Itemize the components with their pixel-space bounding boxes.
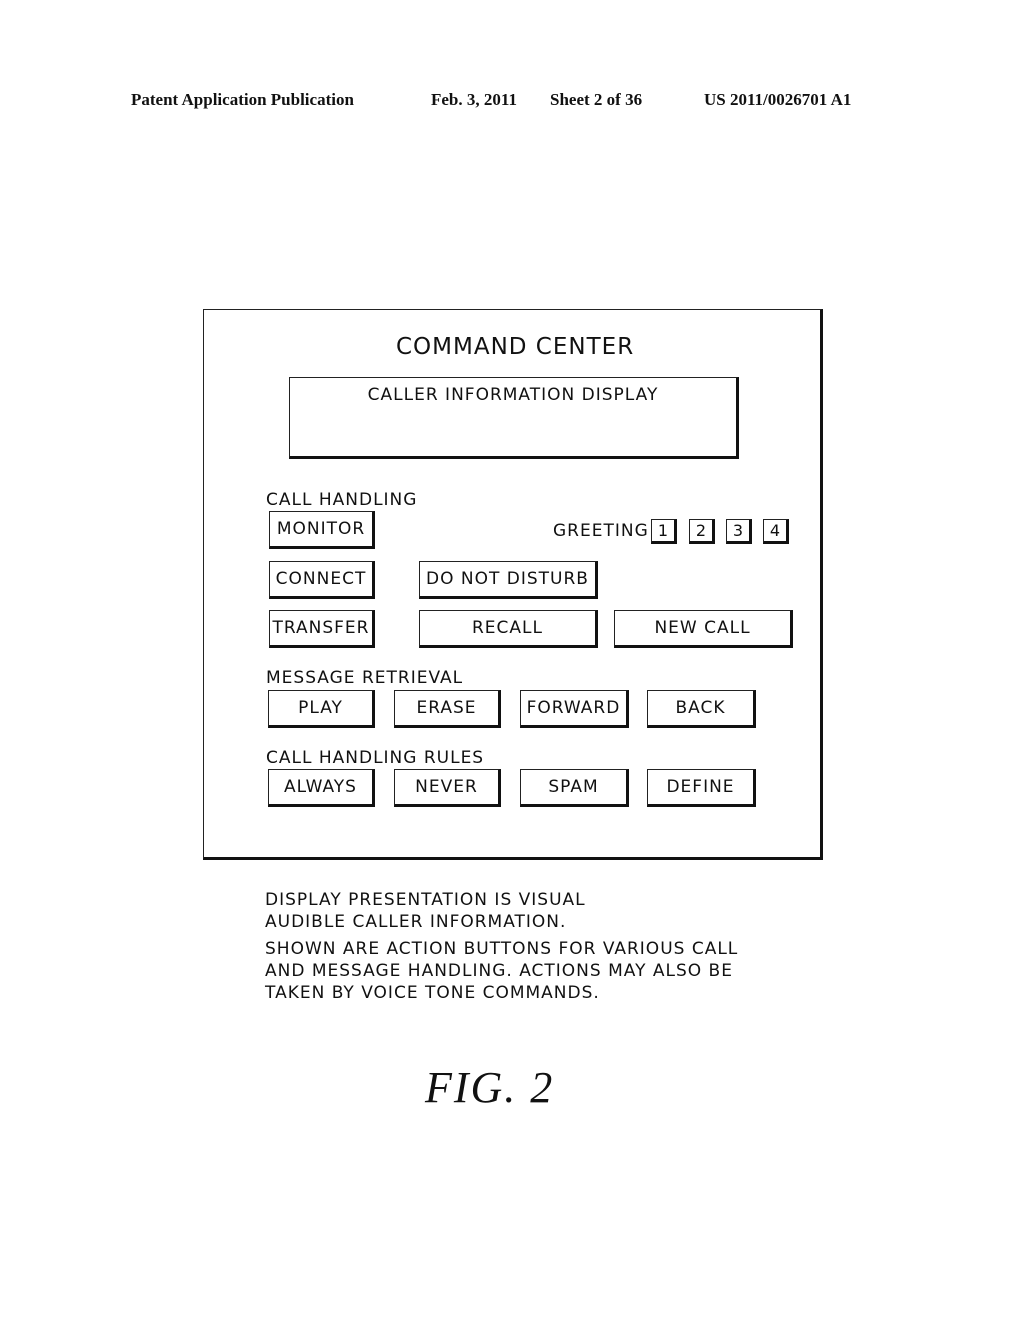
greeting-3-button[interactable]: 3 <box>726 519 752 544</box>
sheet-number: Sheet 2 of 36 <box>550 90 643 109</box>
spam-button[interactable]: SPAM <box>520 769 629 807</box>
caption-line: SHOWN ARE ACTION BUTTONS FOR VARIOUS CAL… <box>265 939 739 959</box>
figure-label: FIG. 2 <box>425 1063 555 1112</box>
recall-button[interactable]: RECALL <box>419 610 598 648</box>
new-call-button[interactable]: NEW CALL <box>614 610 793 648</box>
patent-number: US 2011/0026701 A1 <box>704 90 852 109</box>
erase-button[interactable]: ERASE <box>394 690 501 728</box>
always-button[interactable]: ALWAYS <box>268 769 375 807</box>
greeting-1-button[interactable]: 1 <box>651 519 677 544</box>
caption-line: DISPLAY PRESENTATION IS VISUAL <box>265 890 586 910</box>
display-label: CALLER INFORMATION DISPLAY <box>367 385 659 405</box>
greeting-4-button[interactable]: 4 <box>763 519 789 544</box>
back-button[interactable]: BACK <box>647 690 756 728</box>
caption-line: AUDIBLE CALLER INFORMATION. <box>265 912 567 932</box>
caller-information-display: CALLER INFORMATION DISPLAY <box>289 377 739 459</box>
call-handling-label: CALL HANDLING <box>266 490 418 510</box>
publication-date: Feb. 3, 2011 <box>431 90 517 109</box>
connect-button[interactable]: CONNECT <box>269 561 375 599</box>
caption-line: AND MESSAGE HANDLING. ACTIONS MAY ALSO B… <box>265 961 733 981</box>
call-handling-rules-label: CALL HANDLING RULES <box>266 748 485 768</box>
caption-line: TAKEN BY VOICE TONE COMMANDS. <box>265 983 600 1003</box>
define-button[interactable]: DEFINE <box>647 769 756 807</box>
publication-title: Patent Application Publication <box>131 90 354 109</box>
greeting-label: GREETING <box>553 521 649 541</box>
greeting-2-button[interactable]: 2 <box>689 519 715 544</box>
do-not-disturb-button[interactable]: DO NOT DISTURB <box>419 561 598 599</box>
message-retrieval-label: MESSAGE RETRIEVAL <box>266 668 464 688</box>
play-button[interactable]: PLAY <box>268 690 375 728</box>
never-button[interactable]: NEVER <box>394 769 501 807</box>
panel-title: COMMAND CENTER <box>396 334 635 360</box>
monitor-button[interactable]: MONITOR <box>269 511 375 549</box>
forward-button[interactable]: FORWARD <box>520 690 629 728</box>
transfer-button[interactable]: TRANSFER <box>269 610 375 648</box>
